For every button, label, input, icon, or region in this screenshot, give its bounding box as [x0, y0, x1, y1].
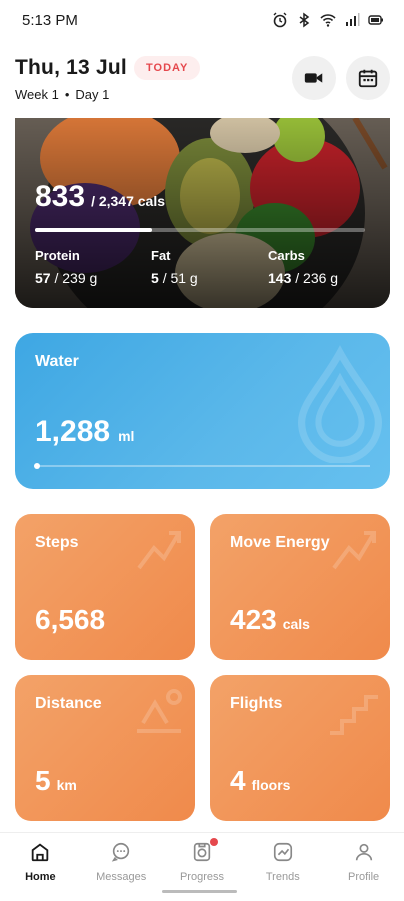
macro-fat: Fat 5 / 51 g [151, 248, 198, 286]
battery-icon [368, 15, 383, 25]
move-energy-unit: cals [282, 616, 310, 632]
water-drop-icon [297, 345, 383, 463]
messages-icon [111, 842, 130, 862]
move-energy-amount: 423 cals [230, 604, 310, 636]
calories-progress-fill [35, 228, 153, 232]
calories-summary: 833 / 2,347 cals [35, 180, 165, 214]
tab-label: Progress [179, 871, 224, 883]
macro-target: / 236 g [295, 270, 339, 286]
tab-trends[interactable]: Trends [242, 833, 323, 901]
macro-value: 143 [268, 270, 292, 286]
alarm-icon [273, 12, 287, 28]
steps-icon [137, 531, 181, 570]
home-indicator [162, 890, 237, 893]
flights-amount: 4 floors [230, 765, 290, 797]
nutrition-card[interactable]: 833 / 2,347 cals Protein 57 / 239 g Fat … [15, 118, 390, 308]
stairs-icon [330, 695, 378, 735]
distance-card[interactable]: Distance 5 km [15, 675, 195, 821]
tab-home[interactable]: Home [0, 833, 81, 901]
water-progress-handle [34, 463, 40, 469]
trends-icon [273, 842, 292, 862]
flights-value: 4 [230, 765, 246, 796]
steps-card[interactable]: Steps 6,568 [15, 514, 195, 660]
flights-unit: floors [251, 777, 291, 793]
water-unit: ml [118, 428, 135, 444]
header: Thu, 13 Jul TODAY Week 1 • Day 1 [0, 44, 404, 116]
tab-label: Trends [265, 871, 300, 883]
macro-target: / 239 g [54, 270, 98, 286]
distance-value: 5 [35, 765, 51, 796]
home-icon [32, 843, 49, 862]
week-day-label: Week 1 • Day 1 [15, 87, 109, 102]
status-time: 5:13 PM [22, 11, 78, 29]
day-label: Day 1 [75, 87, 110, 102]
steps-value: 6,568 [35, 604, 106, 635]
distance-title: Distance [35, 695, 102, 712]
status-bar: 5:13 PM [0, 0, 404, 40]
calories-value: 833 [35, 180, 86, 213]
move-energy-card[interactable]: Move Energy 423 cals [210, 514, 390, 660]
steps-title: Steps [35, 534, 79, 551]
water-title: Water [35, 353, 79, 370]
profile-icon [355, 843, 372, 861]
macro-label: Carbs [268, 248, 305, 263]
tab-profile[interactable]: Profile [323, 833, 404, 901]
water-progress-bar [34, 463, 370, 469]
signal-icon [346, 13, 360, 26]
distance-amount: 5 km [35, 765, 77, 797]
separator: • [64, 87, 70, 102]
distance-unit: km [56, 777, 77, 793]
water-value: 1,288 [35, 415, 111, 448]
tab-label: Profile [347, 871, 380, 883]
calories-progress-bar [35, 228, 365, 232]
move-energy-title: Move Energy [230, 534, 330, 551]
macro-value: 57 [35, 270, 51, 286]
calories-target: / 2,347 cals [91, 193, 166, 209]
macro-target: / 51 g [162, 270, 198, 286]
progress-notification-badge [210, 838, 218, 846]
page-title: Thu, 13 Jul [15, 56, 127, 79]
macro-label: Protein [35, 248, 80, 263]
water-amount: 1,288 ml [35, 415, 134, 449]
steps-amount: 6,568 [35, 604, 111, 636]
tab-messages[interactable]: Messages [81, 833, 162, 901]
video-call-button[interactable] [292, 56, 336, 100]
calendar-button[interactable] [346, 56, 390, 100]
tab-label: Home [25, 871, 56, 883]
calendar-icon [358, 69, 378, 88]
macro-label: Fat [151, 248, 171, 263]
distance-icon [137, 689, 182, 733]
tab-label: Messages [96, 871, 147, 883]
wifi-icon [320, 14, 336, 27]
macro-value: 5 [151, 270, 159, 286]
flights-card[interactable]: Flights 4 floors [210, 675, 390, 821]
progress-icon [193, 842, 211, 862]
bluetooth-icon [299, 12, 310, 28]
flights-title: Flights [230, 695, 283, 712]
macro-protein: Protein 57 / 239 g [35, 248, 97, 286]
move-energy-value: 423 [230, 604, 277, 635]
status-icons [272, 12, 384, 28]
energy-icon [332, 531, 376, 570]
water-card[interactable]: Water 1,288 ml [15, 333, 390, 489]
today-badge[interactable]: TODAY [134, 56, 201, 80]
video-icon [304, 73, 323, 83]
macro-carbs: Carbs 143 / 236 g [268, 248, 338, 286]
week-label: Week 1 [15, 87, 59, 102]
